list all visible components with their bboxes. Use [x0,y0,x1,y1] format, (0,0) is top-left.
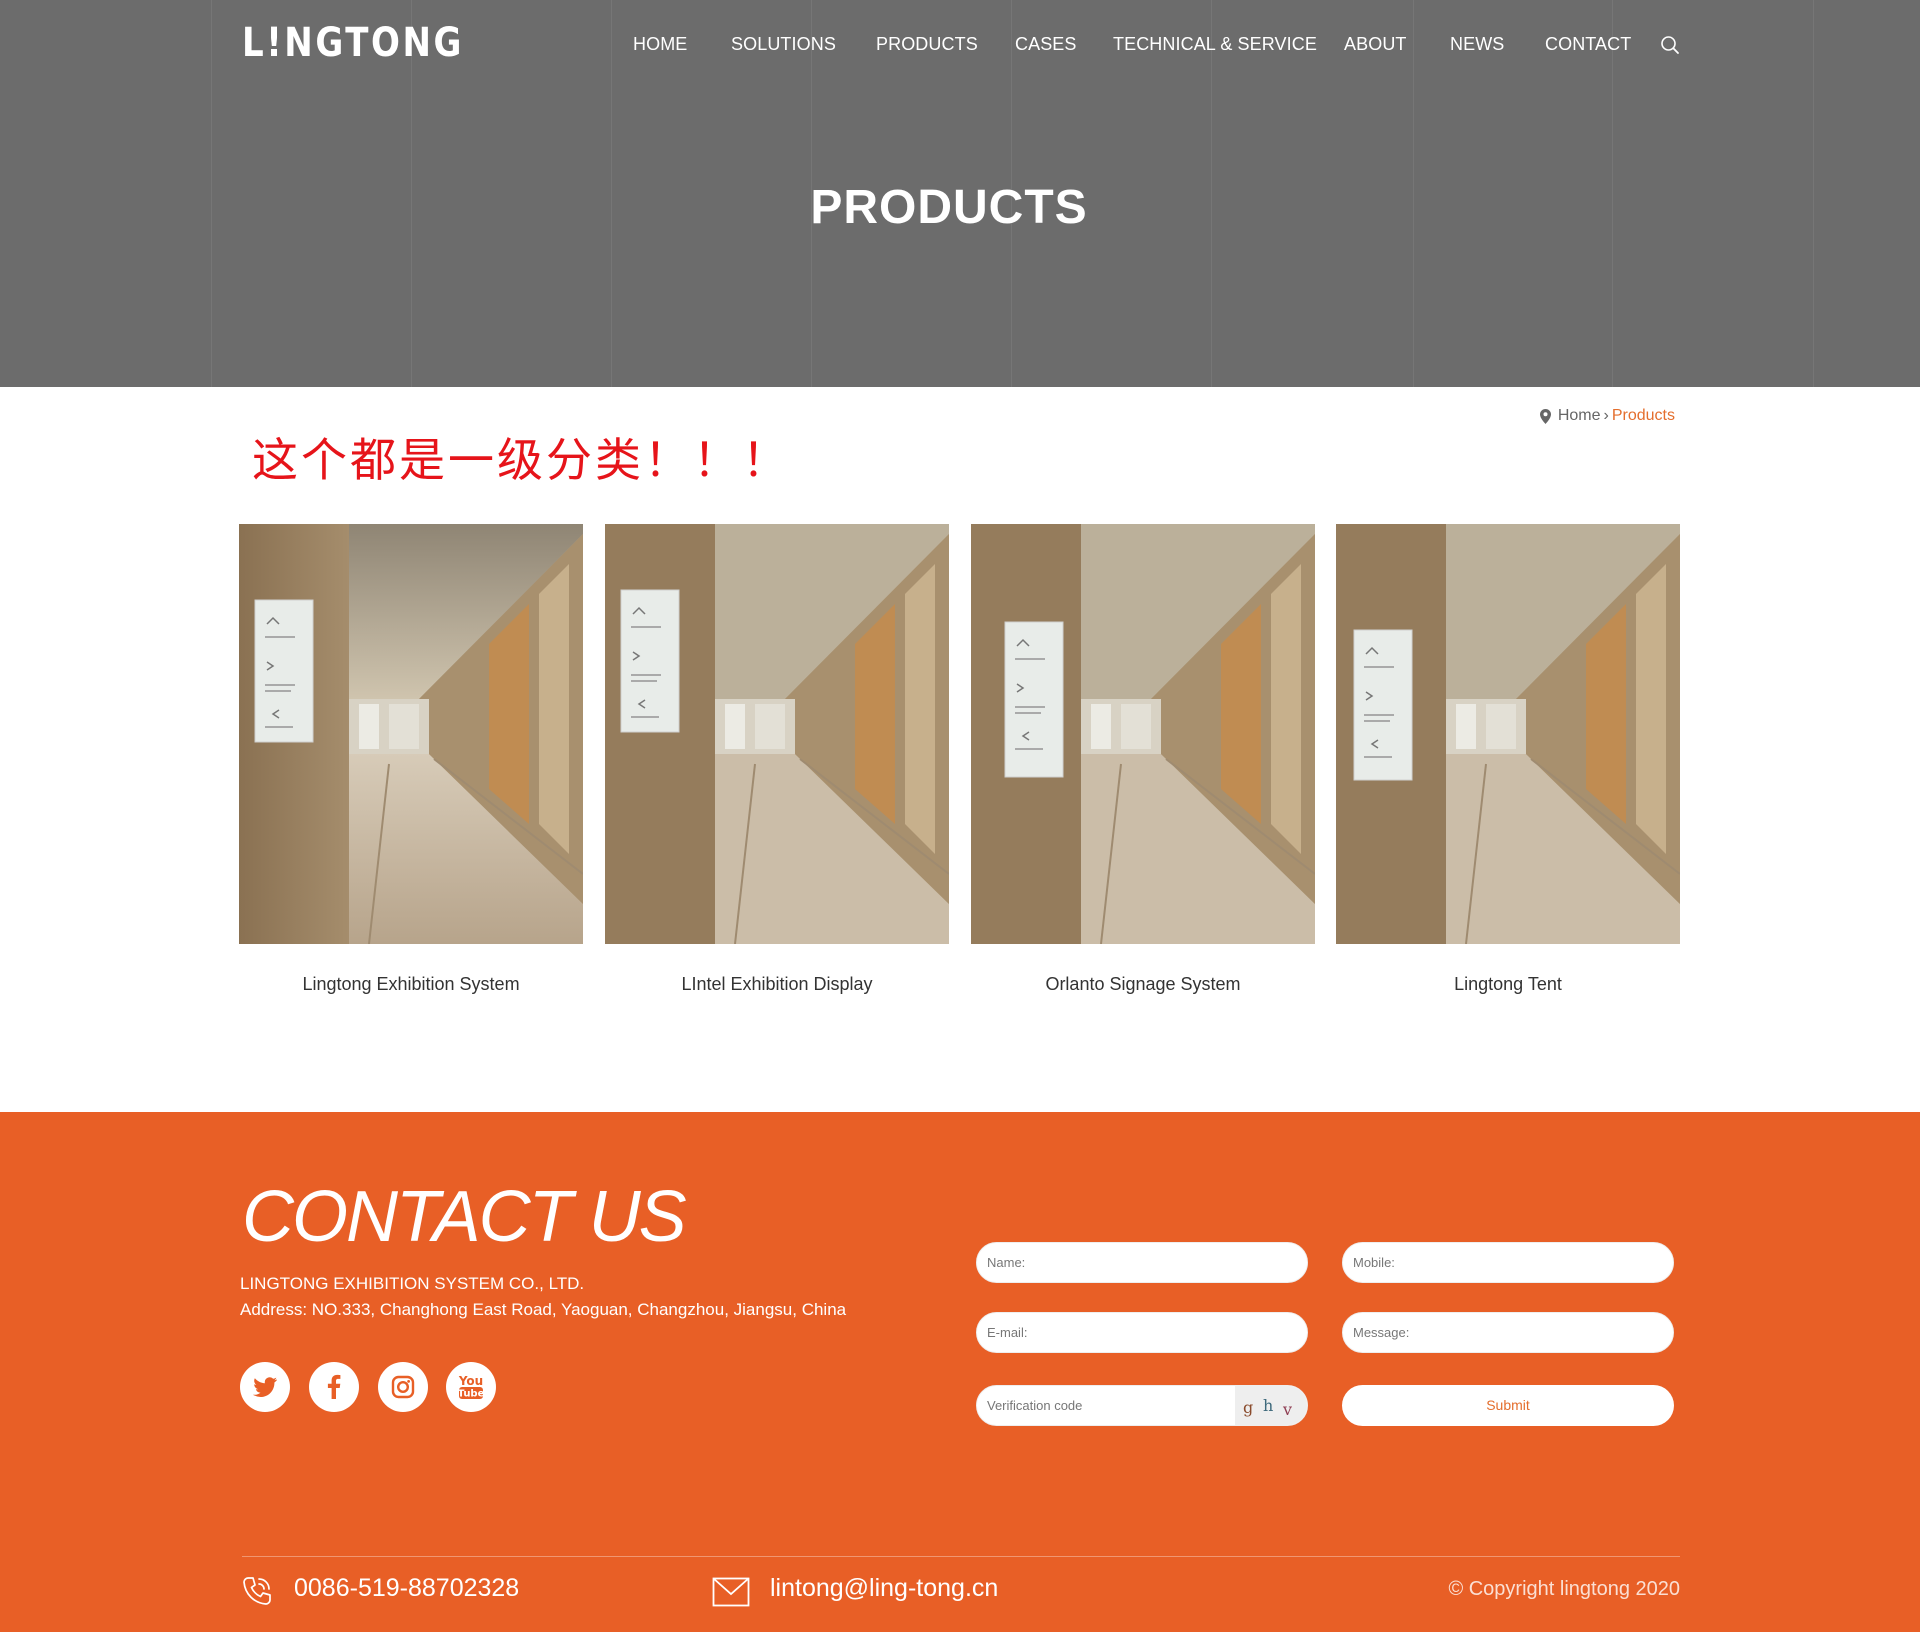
nav-about[interactable]: ABOUT [1344,34,1407,55]
company-address: Address: NO.333, Changhong East Road, Ya… [240,1300,847,1319]
instagram-icon[interactable] [378,1362,428,1412]
nav-contact[interactable]: CONTACT [1545,34,1631,55]
email-address[interactable]: lintong@ling-tong.cn [770,1574,998,1603]
nav-technical-service[interactable]: TECHNICAL & SERVICE [1113,34,1317,55]
name-input[interactable] [987,1243,1287,1282]
product-card[interactable]: LIntel Exhibition Display [605,524,949,995]
contact-footer: CONTACT US LINGTONG EXHIBITION SYSTEM CO… [0,1112,1920,1632]
product-image[interactable] [605,524,949,944]
nav-solutions[interactable]: SOLUTIONS [731,34,836,55]
mobile-input[interactable] [1353,1243,1653,1282]
breadcrumb-home[interactable]: Home [1558,407,1601,425]
breadcrumb-separator: › [1603,407,1609,424]
email-field[interactable] [976,1312,1308,1353]
product-image[interactable] [971,524,1315,944]
nav-cases[interactable]: CASES [1015,34,1077,55]
nav-products[interactable]: PRODUCTS [876,34,978,55]
company-name: LINGTONG EXHIBITION SYSTEM CO., LTD. [240,1274,585,1293]
breadcrumb: Home › Products [1539,407,1675,425]
page-banner: L!NGTONG HOME SOLUTIONS PRODUCTS CASES T… [0,0,1920,387]
phone-icon [243,1577,271,1605]
verification-field[interactable]: g h v [976,1385,1308,1426]
youtube-icon[interactable]: You Tube [446,1362,496,1412]
phone-number[interactable]: 0086-519-88702328 [294,1574,519,1603]
captcha-char: g [1243,1398,1254,1417]
page-title: PRODUCTS [810,181,1088,234]
mail-icon [712,1577,750,1607]
svg-text:Tube: Tube [458,1389,485,1400]
svg-text:You: You [458,1374,483,1388]
search-icon[interactable] [1660,35,1680,55]
copyright: © Copyright lingtong 2020 [1448,1578,1680,1600]
verification-input[interactable] [987,1386,1217,1425]
product-card[interactable]: Lingtong Exhibition System [239,524,583,995]
email-input[interactable] [987,1313,1287,1352]
message-field[interactable] [1342,1312,1674,1353]
breadcrumb-current[interactable]: Products [1612,407,1675,425]
captcha-char: v [1283,1400,1293,1419]
captcha-char: h [1263,1396,1274,1415]
captcha-image[interactable]: g h v [1235,1386,1307,1425]
location-pin-icon [1539,408,1551,424]
contact-title: CONTACT US [242,1177,687,1257]
product-name[interactable]: Lingtong Exhibition System [239,974,583,995]
footer-divider [242,1556,1680,1557]
mobile-field[interactable] [1342,1242,1674,1283]
product-name[interactable]: Orlanto Signage System [971,974,1315,995]
product-image[interactable] [239,524,583,944]
product-card[interactable]: Lingtong Tent [1336,524,1680,995]
product-card[interactable]: Orlanto Signage System [971,524,1315,995]
nav-home[interactable]: HOME [633,34,687,55]
twitter-icon[interactable] [240,1362,290,1412]
facebook-icon[interactable] [309,1362,359,1412]
category-annotation: 这个都是一级分类！！！ [252,433,791,487]
message-input[interactable] [1353,1313,1653,1352]
product-name[interactable]: Lingtong Tent [1336,974,1680,995]
svg-text:L!NGTONG: L!NGTONG [242,22,464,60]
name-field[interactable] [976,1242,1308,1283]
product-name[interactable]: LIntel Exhibition Display [605,974,949,995]
submit-button[interactable]: Submit [1342,1385,1674,1426]
product-image[interactable] [1336,524,1680,944]
lingtong-logo[interactable]: L!NGTONG [242,22,464,60]
nav-news[interactable]: NEWS [1450,34,1504,55]
